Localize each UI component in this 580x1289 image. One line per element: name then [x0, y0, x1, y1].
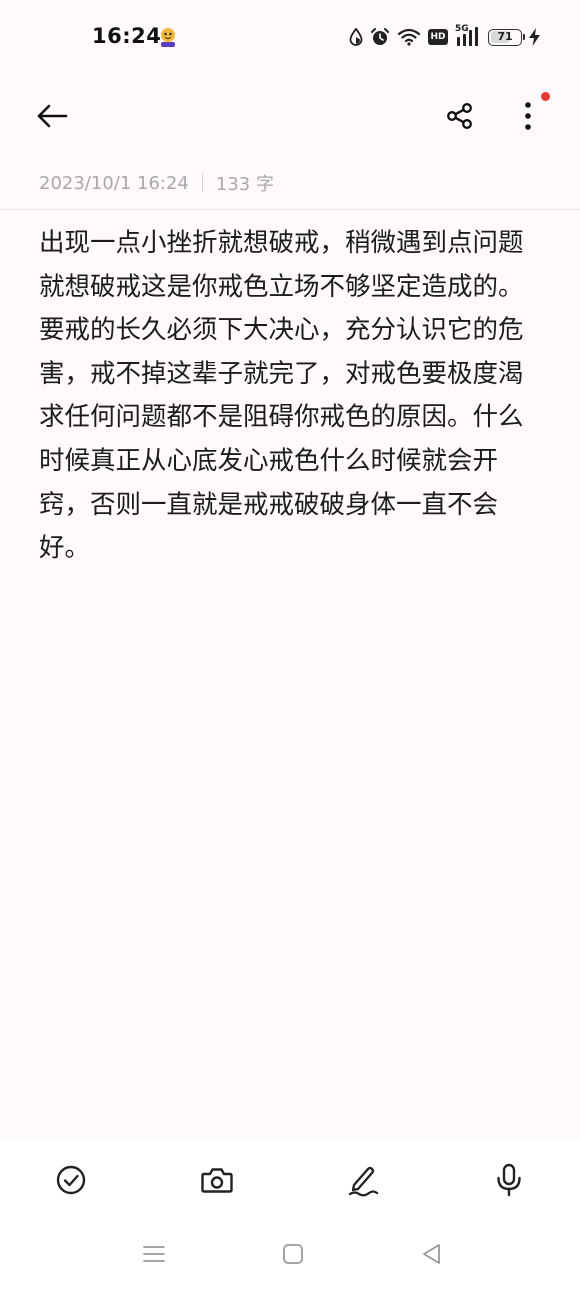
- top-toolbar: [0, 80, 580, 152]
- signal-icon: 5G: [455, 24, 481, 48]
- status-time: 16:24: [92, 24, 162, 48]
- alarm-icon: [370, 27, 390, 47]
- system-nav-bar: [0, 1220, 580, 1289]
- status-bar: 16:24 HD 5G 71: [0, 0, 580, 76]
- status-icons: HD 5G 71: [349, 24, 540, 48]
- share-button[interactable]: [438, 94, 482, 138]
- system-back-button[interactable]: [413, 1238, 449, 1270]
- voice-input-button[interactable]: [487, 1158, 531, 1202]
- hd-icon: HD: [428, 29, 448, 45]
- header-divider: [0, 209, 580, 210]
- data-saver-icon: [349, 28, 363, 46]
- charging-icon: [529, 28, 540, 46]
- back-arrow-icon: [37, 104, 68, 128]
- word-count: 133 字: [215, 174, 274, 195]
- battery-level: 71: [497, 29, 513, 43]
- handwriting-button[interactable]: [341, 1158, 385, 1202]
- meta-divider: [201, 174, 203, 192]
- camera-button[interactable]: [195, 1158, 239, 1202]
- share-icon: [447, 103, 472, 129]
- battery-icon: 71: [488, 28, 525, 46]
- note-meta: 2023/10/1 16:24 133 字: [39, 172, 274, 196]
- note-date: 2023/10/1 16:24: [39, 172, 189, 194]
- microphone-icon: [497, 1163, 521, 1197]
- note-body-text[interactable]: 出现一点小挫折就想破戒，稍微遇到点问题就想破戒这是你戒色立场不够坚定造成的。要戒…: [39, 222, 539, 571]
- home-square-icon: [283, 1244, 303, 1264]
- recent-apps-button[interactable]: [136, 1238, 172, 1270]
- app-mascot-icon: [158, 26, 178, 48]
- todo-button[interactable]: [49, 1158, 93, 1202]
- bottom-toolbar: [0, 1140, 580, 1220]
- home-button[interactable]: [275, 1238, 311, 1270]
- back-button[interactable]: [30, 94, 74, 138]
- todo-check-icon: [56, 1165, 86, 1195]
- camera-icon: [201, 1168, 233, 1193]
- wifi-icon: [397, 28, 421, 46]
- more-vertical-icon: [525, 102, 531, 130]
- menu-lines-icon: [143, 1246, 165, 1262]
- battery-tip: [522, 33, 525, 40]
- notification-dot: [541, 92, 550, 101]
- back-triangle-icon: [423, 1244, 440, 1264]
- handwriting-pen-icon: [348, 1166, 379, 1197]
